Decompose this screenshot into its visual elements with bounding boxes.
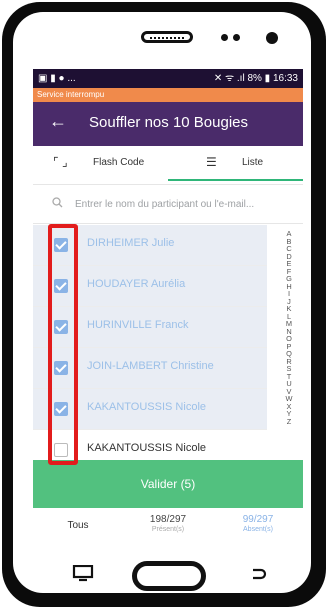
tab-flash-code[interactable]: ⌜ ⌟ Flash Code bbox=[33, 146, 165, 181]
tab-label: Flash Code bbox=[93, 157, 145, 168]
validate-button[interactable]: Valider (5) bbox=[33, 460, 303, 508]
front-camera bbox=[266, 32, 278, 44]
participant-name: KAKANTOUSSIS Nicole bbox=[87, 442, 207, 454]
speaker-grille bbox=[141, 31, 193, 43]
page-title: Souffler nos 10 Bougies bbox=[89, 114, 249, 131]
status-right-indicators: ✕ ᯤ .ıl 8% ▮ 16:33 bbox=[213, 73, 298, 84]
filter-all[interactable]: Tous bbox=[33, 508, 123, 531]
search-icon bbox=[52, 197, 63, 211]
participant-name: HOUDAYER Aurélia bbox=[87, 278, 186, 290]
absent-count: 99/297 bbox=[242, 514, 274, 525]
participant-name: JOIN-LAMBERT Christine bbox=[87, 360, 214, 372]
filter-absent[interactable]: 99/297 Absent(s) bbox=[213, 508, 303, 533]
participant-search-input[interactable] bbox=[73, 191, 299, 217]
active-tab-indicator bbox=[168, 179, 303, 181]
checkbox-highlight-box bbox=[48, 224, 78, 465]
sensor-dot bbox=[233, 34, 240, 41]
participant-name: KAKANTOUSSIS Nicole bbox=[87, 401, 207, 413]
tab-label: Liste bbox=[242, 157, 264, 168]
filter-all-label: Tous bbox=[67, 520, 89, 531]
recent-apps-icon[interactable] bbox=[72, 564, 94, 582]
participant-name: HURINVILLE Franck bbox=[87, 319, 189, 331]
alphabet-letter[interactable]: Z bbox=[282, 417, 296, 426]
sensor-dot bbox=[221, 34, 228, 41]
notice-text: Service interrompu bbox=[37, 90, 105, 99]
status-left-icons: ▣ ▮ ● ... bbox=[38, 73, 76, 84]
status-bar: ▣ ▮ ● ... ✕ ᯤ .ıl 8% ▮ 16:33 bbox=[33, 69, 303, 88]
back-icon[interactable] bbox=[249, 565, 269, 582]
tab-bar: ⌜ ⌟ Flash Code ☰ Liste bbox=[33, 146, 303, 181]
present-count: 198/297 bbox=[149, 514, 187, 525]
app-bar: ← Souffler nos 10 Bougies bbox=[33, 102, 303, 146]
participant-name: DIRHEIMER Julie bbox=[87, 237, 175, 249]
back-arrow-icon[interactable]: ← bbox=[49, 111, 67, 132]
footer-stats: Tous 198/297 Présent(s) 99/297 Absent(s) bbox=[33, 508, 303, 547]
present-label: Présent(s) bbox=[151, 526, 185, 533]
list-icon: ☰ bbox=[206, 155, 217, 169]
alphabet-index[interactable]: A B C D E F G H I J K L M N O P Q R S T … bbox=[282, 230, 296, 425]
service-notice-banner: Service interrompu bbox=[33, 88, 303, 102]
absent-label: Absent(s) bbox=[243, 526, 273, 533]
filter-present[interactable]: 198/297 Présent(s) bbox=[123, 508, 213, 533]
home-button[interactable] bbox=[132, 561, 206, 591]
tab-liste[interactable]: ☰ Liste bbox=[168, 146, 303, 181]
search-bar bbox=[33, 184, 303, 224]
qr-scan-icon: ⌜ ⌟ bbox=[53, 155, 68, 169]
